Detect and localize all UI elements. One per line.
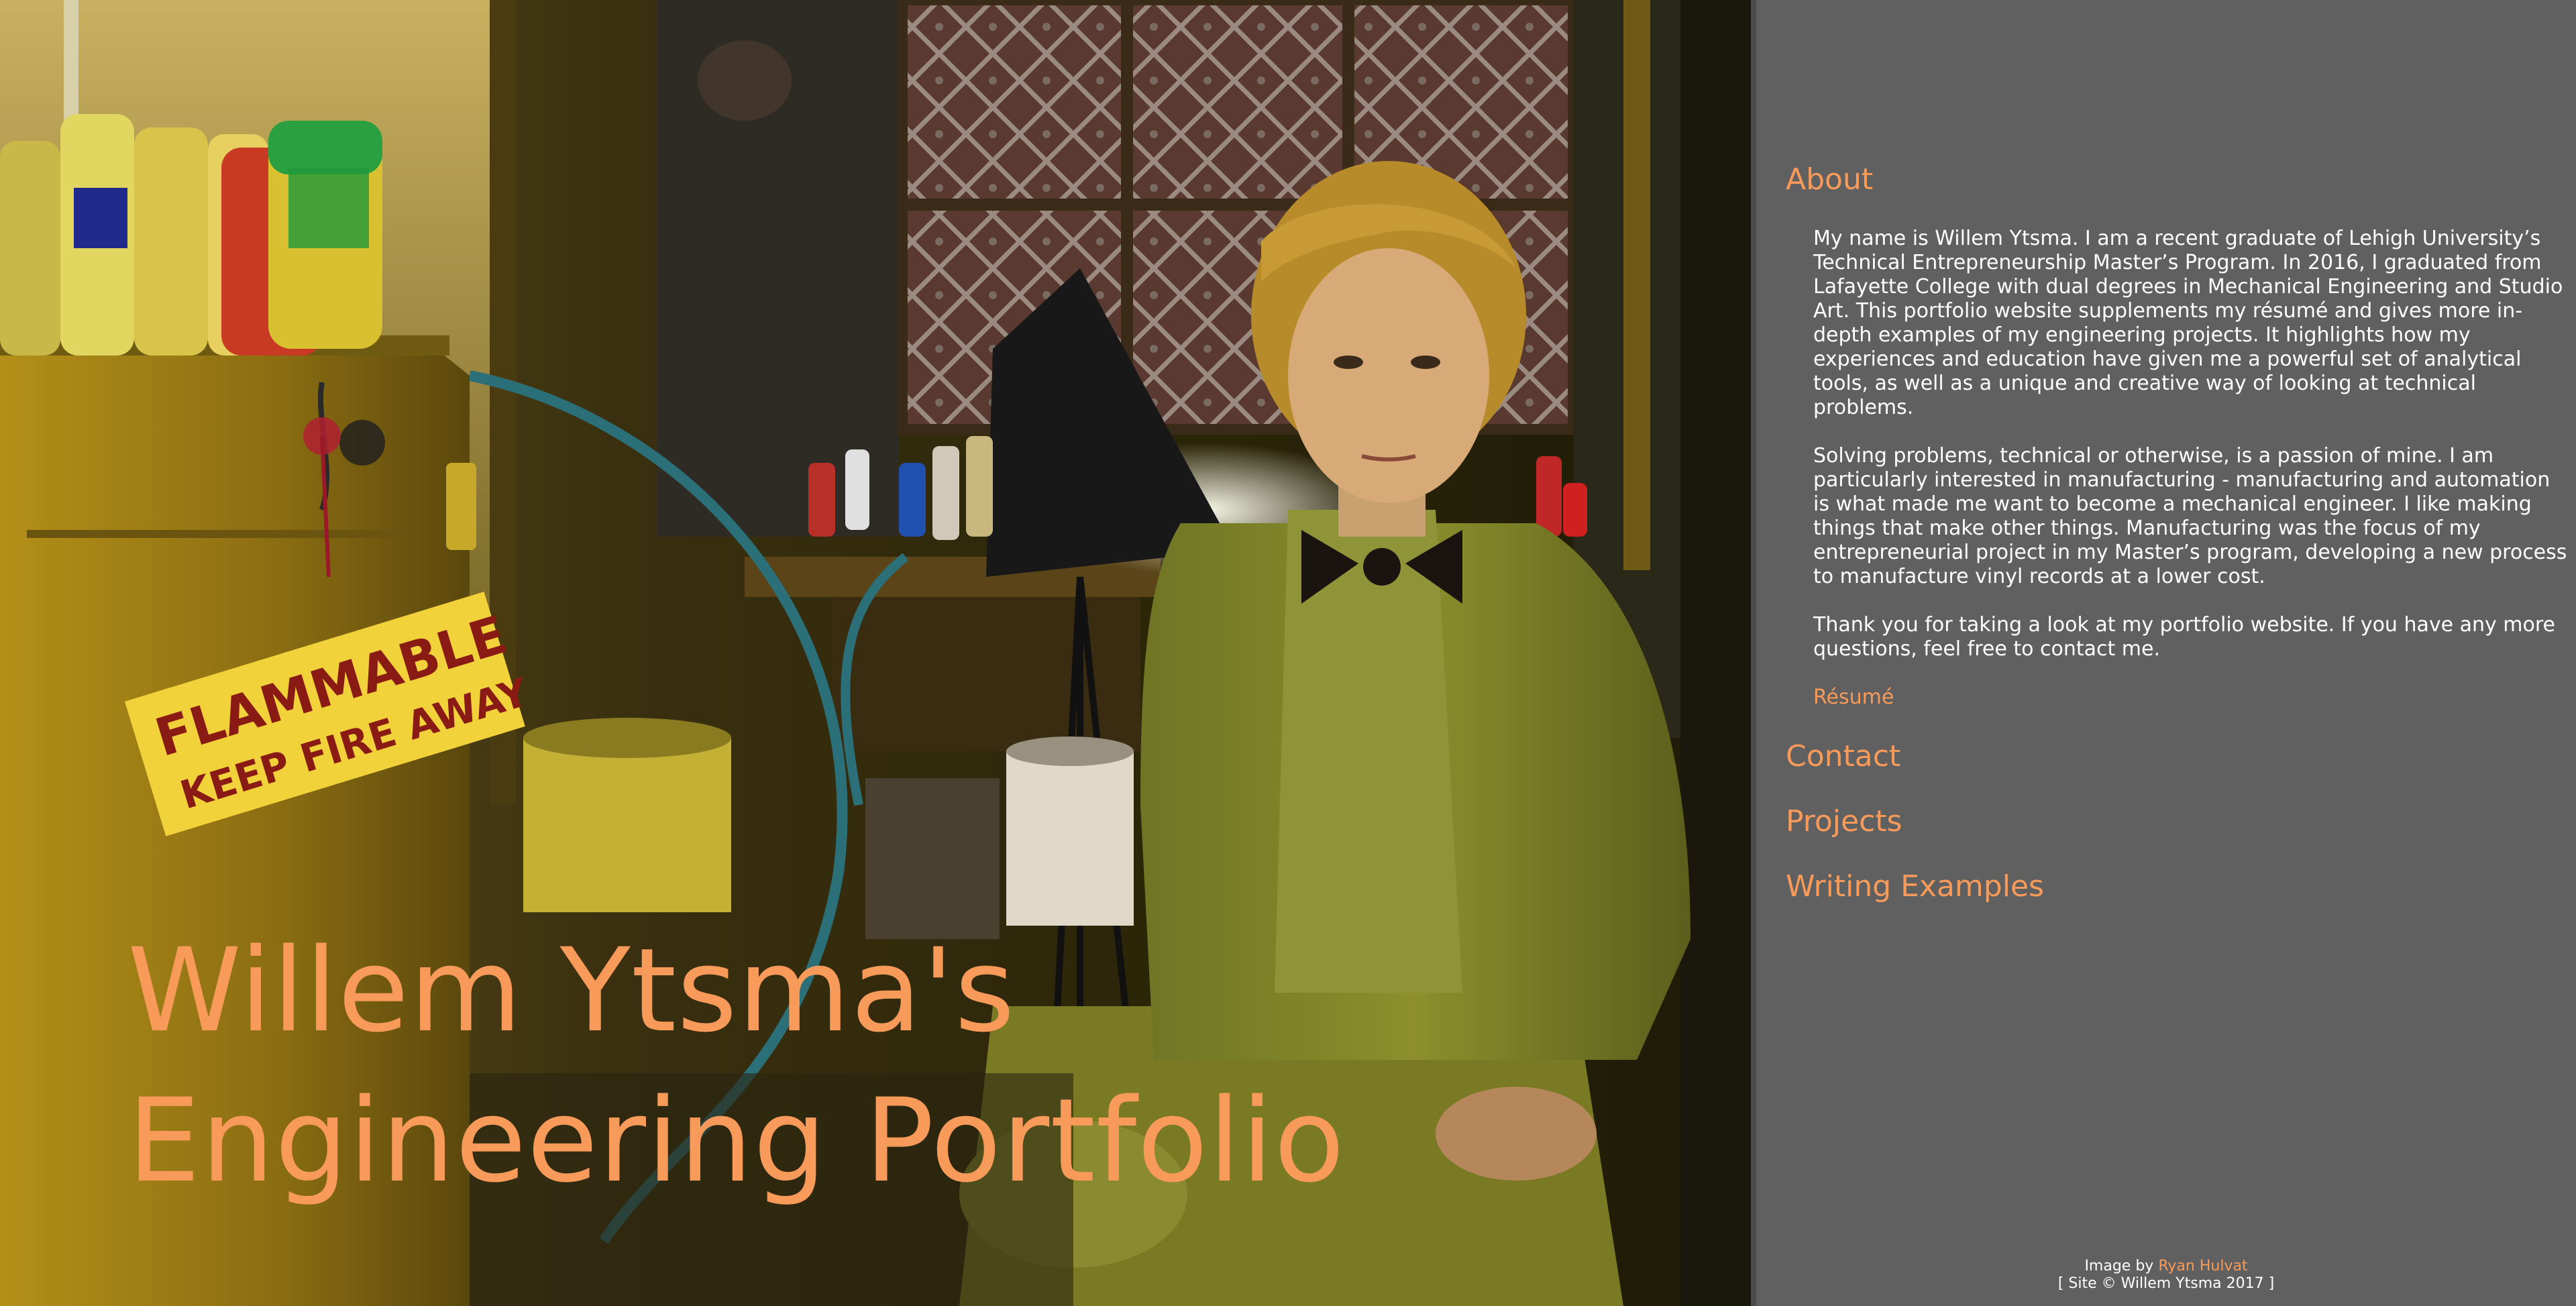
site-title-line-1: Willem Ytsma's — [127, 923, 1016, 1058]
about-paragraph-1: My name is Willem Ytsma. I am a recent g… — [1813, 227, 2563, 419]
nav-projects-link[interactable]: Projects — [1786, 803, 1902, 840]
content-panel: About My name is Willem Ytsma. I am a re… — [1756, 0, 2576, 1306]
hero-photo: FLAMMABLE KEEP FIRE AWAY Willem Ytsma's … — [0, 0, 1751, 1306]
copyright-text: [ Site © Willem Ytsma 2017 ] — [2057, 1275, 2275, 1292]
footer: Image by Ryan Hulvat [ Site © Willem Yts… — [1756, 1258, 2576, 1293]
about-section: My name is Willem Ytsma. I am a recent g… — [1813, 227, 2568, 710]
about-paragraph-3: Thank you for taking a look at my portfo… — [1813, 613, 2556, 661]
resume-link[interactable]: Résumé — [1813, 686, 1894, 710]
site-title: Willem Ytsma's Engineering Portfolio — [127, 916, 1345, 1216]
page: FLAMMABLE KEEP FIRE AWAY Willem Ytsma's … — [0, 0, 2576, 1306]
nav-writing-examples-link[interactable]: Writing Examples — [1786, 868, 2044, 906]
about-paragraph-2: Solving problems, technical or otherwise… — [1813, 444, 2567, 588]
nav-contact-link[interactable]: Contact — [1786, 738, 1900, 775]
photographer-link[interactable]: Ryan Hulvat — [2158, 1258, 2247, 1274]
image-credit-prefix: Image by — [2084, 1258, 2159, 1274]
image-credit: Image by Ryan Hulvat — [1756, 1258, 2576, 1275]
nav-about-link[interactable]: About — [1786, 161, 1873, 199]
panel-divider — [1751, 0, 1756, 1306]
site-title-line-2: Engineering Portfolio — [127, 1073, 1346, 1208]
